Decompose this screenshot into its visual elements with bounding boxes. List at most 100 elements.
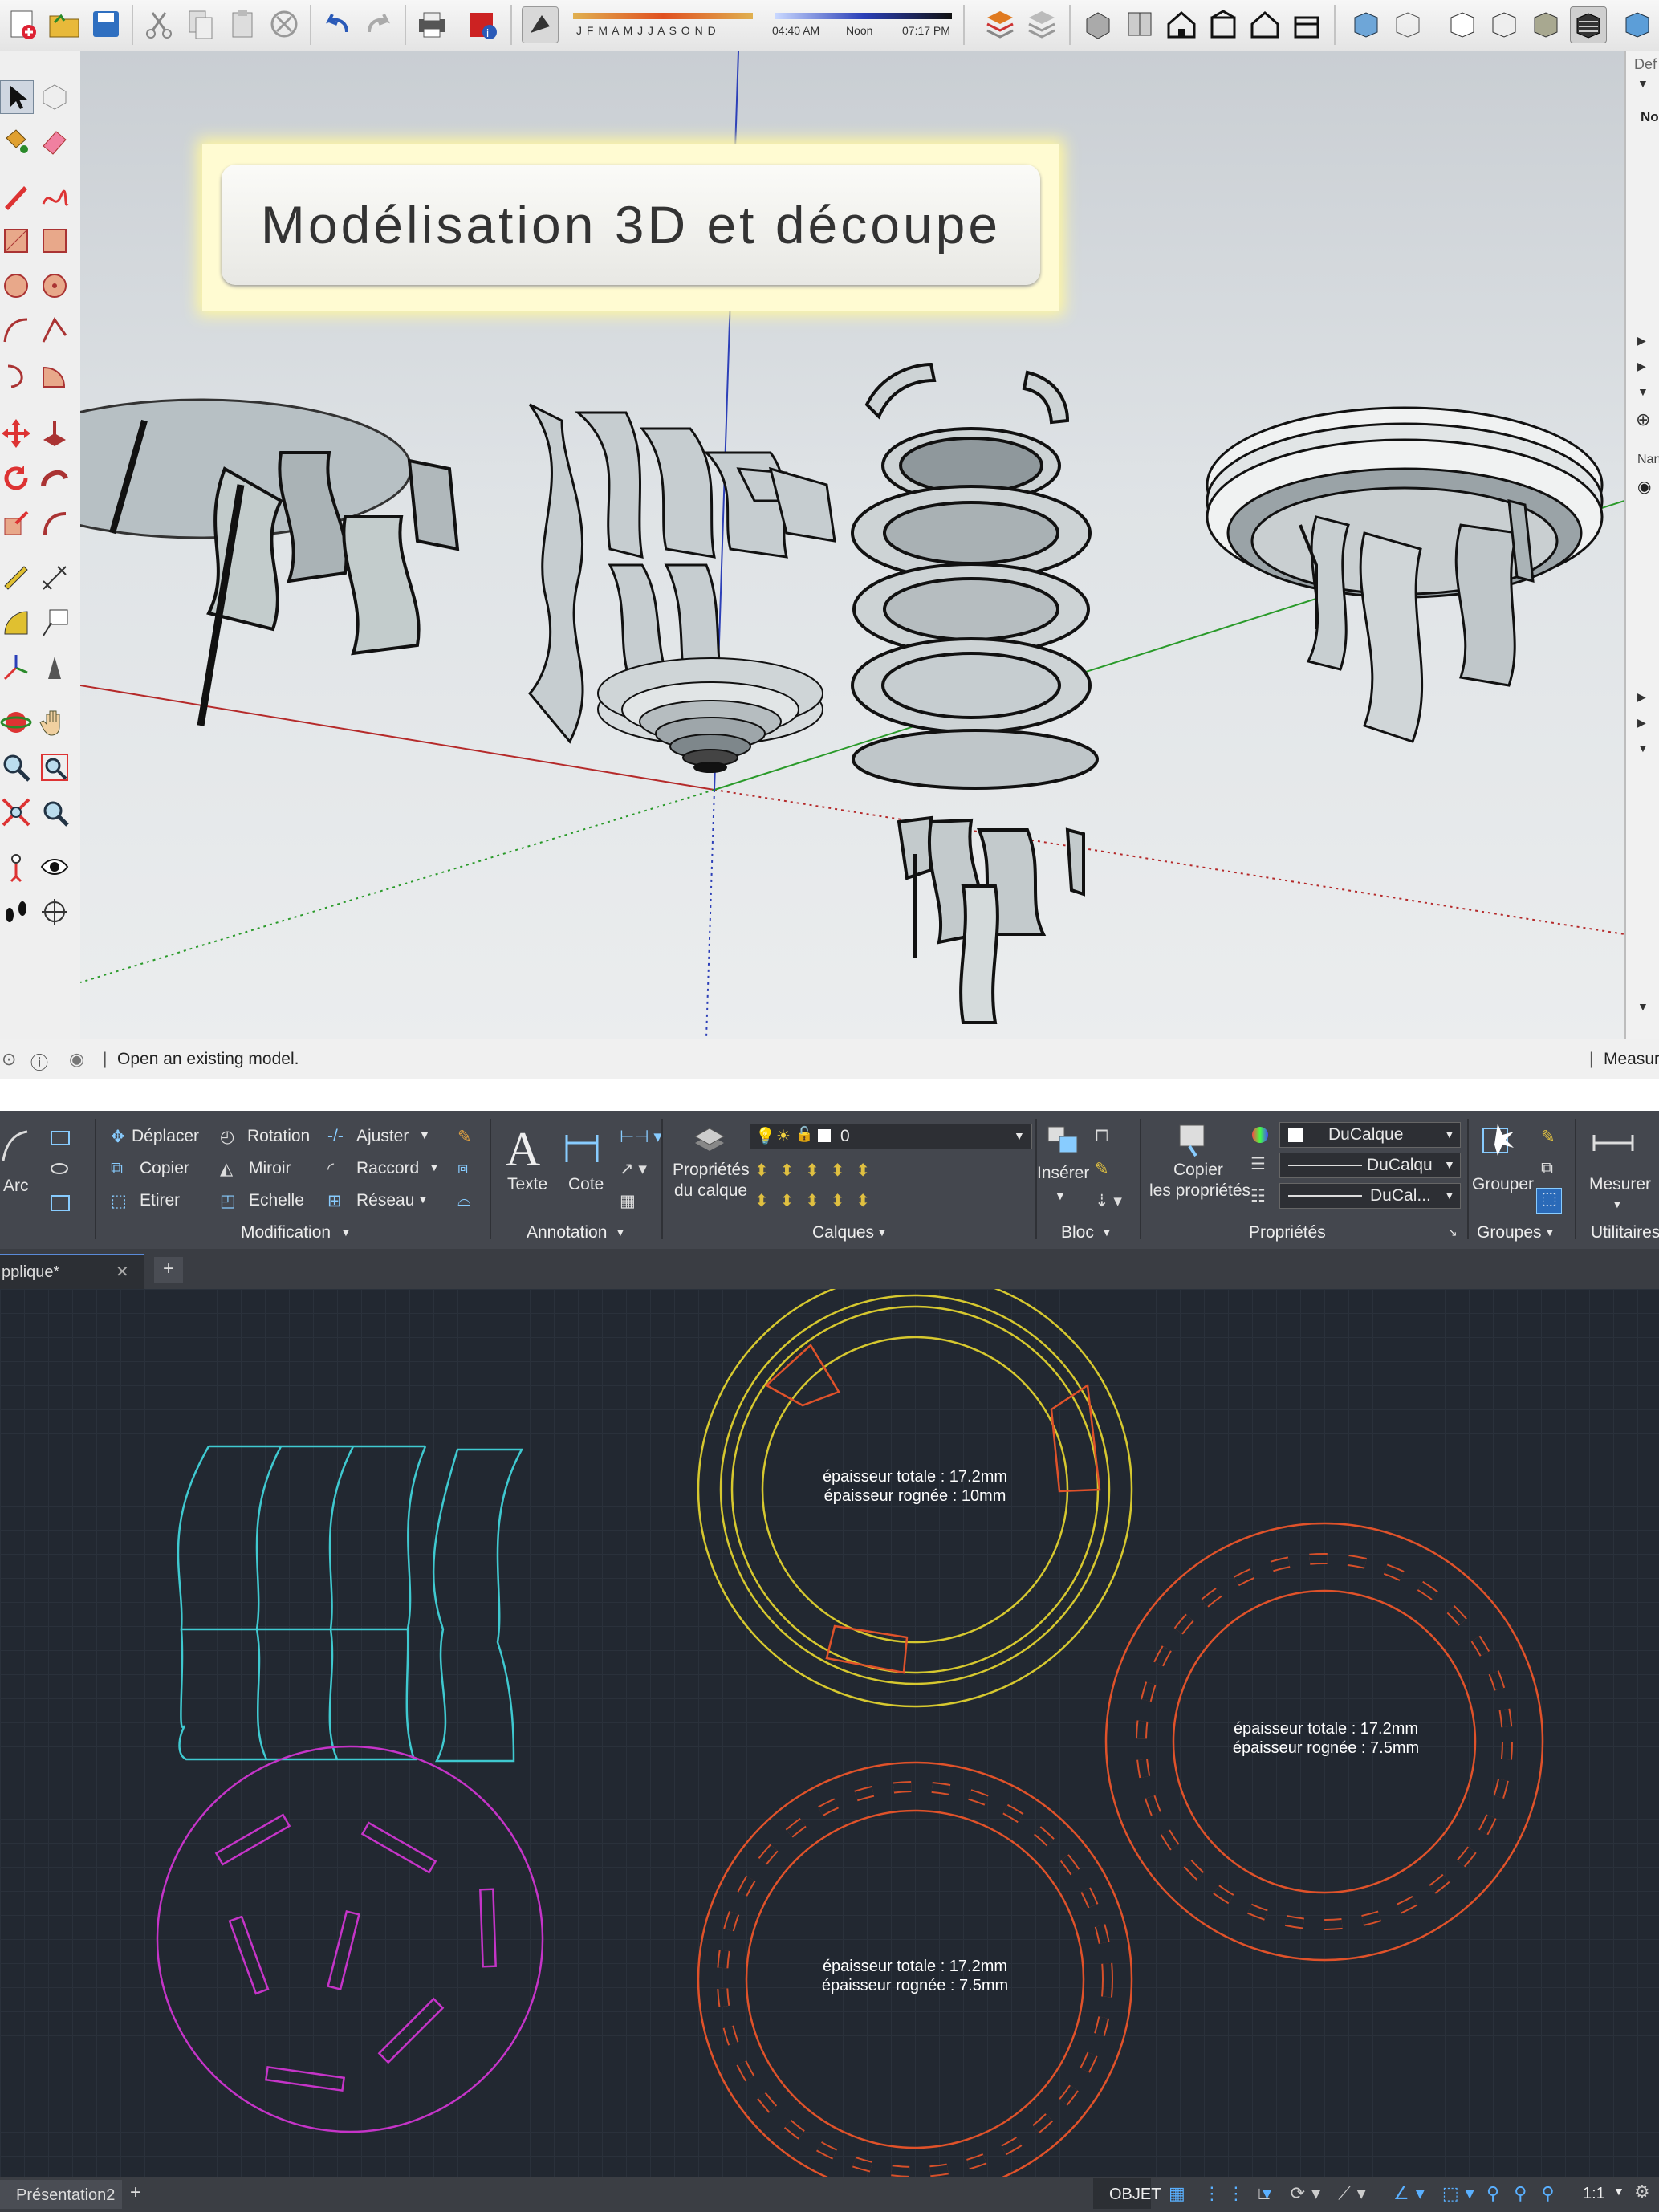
deplacer-button[interactable]: Déplacer: [132, 1127, 199, 1146]
annotation-scale-value[interactable]: 1:1: [1583, 2185, 1605, 2203]
push-pull-icon[interactable]: [39, 417, 71, 449]
group-edit-icon[interactable]: ⧉: [1541, 1159, 1553, 1178]
shadows-toggle-icon[interactable]: [522, 6, 559, 43]
linetype-dropdown[interactable]: DuCalqu ▼: [1279, 1153, 1461, 1178]
linear-dim-icon[interactable]: ⊢⊣ ▾: [620, 1127, 662, 1147]
draw-rect-icon[interactable]: [48, 1128, 88, 1230]
view-front-icon[interactable]: [1164, 6, 1199, 42]
redo-icon[interactable]: [361, 6, 396, 42]
etirer-button[interactable]: Etirer: [140, 1191, 180, 1210]
model-space-toggle[interactable]: OBJET: [1093, 2178, 1161, 2209]
tray-collapse-icon[interactable]: ▼: [1637, 385, 1649, 398]
tray-scroll-down-icon[interactable]: ▼: [1637, 1000, 1649, 1013]
tray-expand-icon[interactable]: ▶: [1637, 716, 1646, 730]
3d-text-icon[interactable]: [39, 652, 71, 684]
text-label-icon[interactable]: [39, 607, 71, 639]
pie-icon[interactable]: [39, 360, 71, 392]
mesurer-button[interactable]: Mesurer: [1589, 1175, 1651, 1194]
offset-icon[interactable]: [39, 507, 71, 539]
bloc-expand-icon[interactable]: ▼: [1101, 1226, 1112, 1238]
walk-footprints-icon[interactable]: [0, 896, 32, 928]
zoom-window-icon[interactable]: [39, 751, 71, 783]
tray-dropdown-arrow-icon[interactable]: ▼: [1637, 77, 1649, 90]
edit-block-icon[interactable]: ✎: [1095, 1159, 1109, 1179]
miroir-button[interactable]: Miroir: [249, 1159, 291, 1178]
ortho-polar-icons[interactable]: ∟ ⟳▾ ⟋▾: [1255, 2183, 1372, 2204]
arc-label[interactable]: Arc: [3, 1177, 29, 1196]
scale-dropdown-icon[interactable]: ▼: [1613, 2185, 1624, 2198]
user-icon[interactable]: ◉: [69, 1049, 84, 1070]
view-iso-icon[interactable]: [1080, 6, 1116, 42]
open-folder-icon[interactable]: [47, 6, 82, 42]
circle-icon[interactable]: [0, 270, 32, 302]
print-icon[interactable]: [414, 6, 449, 42]
line-pencil-icon[interactable]: [0, 180, 32, 212]
scale-icon[interactable]: [0, 507, 32, 539]
offset-icon[interactable]: ⌓: [457, 1191, 471, 1210]
reseau-button[interactable]: Réseau: [356, 1191, 414, 1210]
new-model-icon[interactable]: [5, 6, 40, 42]
paint-bucket-icon[interactable]: [0, 125, 32, 157]
select-arrow-icon[interactable]: [0, 80, 34, 114]
document-tab[interactable]: pplique* ✕: [0, 1254, 144, 1289]
arc-tool-icon[interactable]: [0, 1128, 29, 1169]
echelle-button[interactable]: Echelle: [249, 1191, 304, 1210]
color-dropdown[interactable]: DuCalque ▼: [1279, 1122, 1461, 1148]
undo-icon[interactable]: [319, 6, 355, 42]
info-icon[interactable]: ⓘ: [30, 1049, 48, 1075]
cote-button[interactable]: Cote: [568, 1175, 604, 1194]
model-info-icon[interactable]: i: [466, 6, 501, 42]
previous-view-icon[interactable]: [39, 796, 71, 828]
geo-location-icon[interactable]: ⊙: [2, 1049, 16, 1070]
rotation-button[interactable]: Rotation: [247, 1127, 310, 1146]
proprietes-launcher-icon[interactable]: ↘: [1448, 1226, 1458, 1239]
zoom-icon[interactable]: [0, 751, 32, 783]
style-hidden-line-icon[interactable]: [1445, 6, 1480, 42]
axes-icon[interactable]: [0, 652, 32, 684]
raccord-button[interactable]: Raccord: [356, 1159, 419, 1178]
rectangle-icon[interactable]: [0, 225, 32, 257]
block-attributes-icon[interactable]: ⇣ ▾: [1095, 1191, 1122, 1211]
calques-expand-icon[interactable]: ▼: [876, 1226, 888, 1238]
osnap-icons[interactable]: ∠▾ ⬚▾: [1393, 2183, 1481, 2204]
move-icon[interactable]: [0, 417, 32, 449]
modification-expand-icon[interactable]: ▼: [340, 1226, 352, 1238]
dimension-icon[interactable]: [39, 562, 71, 594]
erase-pen-icon[interactable]: ✎: [457, 1127, 472, 1147]
create-block-icon[interactable]: ⧠: [1095, 1127, 1108, 1146]
style-shaded-textures-icon[interactable]: [1620, 6, 1655, 42]
style-monochrome-icon[interactable]: [1570, 6, 1607, 43]
ajuster-button[interactable]: Ajuster: [356, 1127, 409, 1146]
annotation-expand-icon[interactable]: ▼: [615, 1226, 626, 1238]
ajuster-dropdown-icon[interactable]: ▼: [419, 1128, 430, 1141]
add-layout-plus-icon[interactable]: +: [130, 2182, 141, 2204]
tray-expand-icon[interactable]: ▶: [1637, 690, 1646, 704]
texte-button[interactable]: Texte: [507, 1175, 547, 1194]
tray-expand-icon[interactable]: ▶: [1637, 334, 1646, 348]
explode-icon[interactable]: ⧈: [457, 1159, 468, 1178]
follow-me-icon[interactable]: [39, 462, 71, 494]
autocad-drawing-area[interactable]: épaisseur totale : 17.2mm épaisseur rogn…: [0, 1289, 1659, 2177]
view-right-icon[interactable]: [1206, 6, 1241, 42]
new-tab-plus-icon[interactable]: +: [154, 1257, 183, 1283]
make-component-icon[interactable]: [39, 80, 71, 112]
arc-3pt-icon[interactable]: [0, 360, 32, 392]
copy-icon[interactable]: [183, 6, 218, 42]
inserer-dropdown-icon[interactable]: ▼: [1055, 1189, 1066, 1202]
settings-gear-icon[interactable]: ⚙: [1634, 2182, 1650, 2202]
view-top-icon[interactable]: [1122, 6, 1157, 42]
polygon-icon[interactable]: [39, 270, 71, 302]
paste-icon[interactable]: [225, 6, 260, 42]
tape-measure-icon[interactable]: [0, 562, 32, 594]
save-icon[interactable]: [88, 6, 124, 42]
eraser-icon[interactable]: [39, 125, 71, 157]
style-shaded-icon[interactable]: [1486, 6, 1522, 42]
mesurer-dropdown-icon[interactable]: ▼: [1612, 1197, 1623, 1210]
orbit-icon[interactable]: [0, 706, 32, 738]
copier-proprietes-button[interactable]: Copier: [1173, 1161, 1223, 1180]
rotate-icon[interactable]: [0, 462, 32, 494]
style-wireframe-icon[interactable]: [1390, 6, 1425, 42]
annotation-scale-icons[interactable]: ⚲ ⚲ ⚲: [1486, 2183, 1559, 2204]
tray-collapse-icon[interactable]: ▼: [1637, 742, 1649, 754]
protractor-icon[interactable]: [0, 607, 32, 639]
